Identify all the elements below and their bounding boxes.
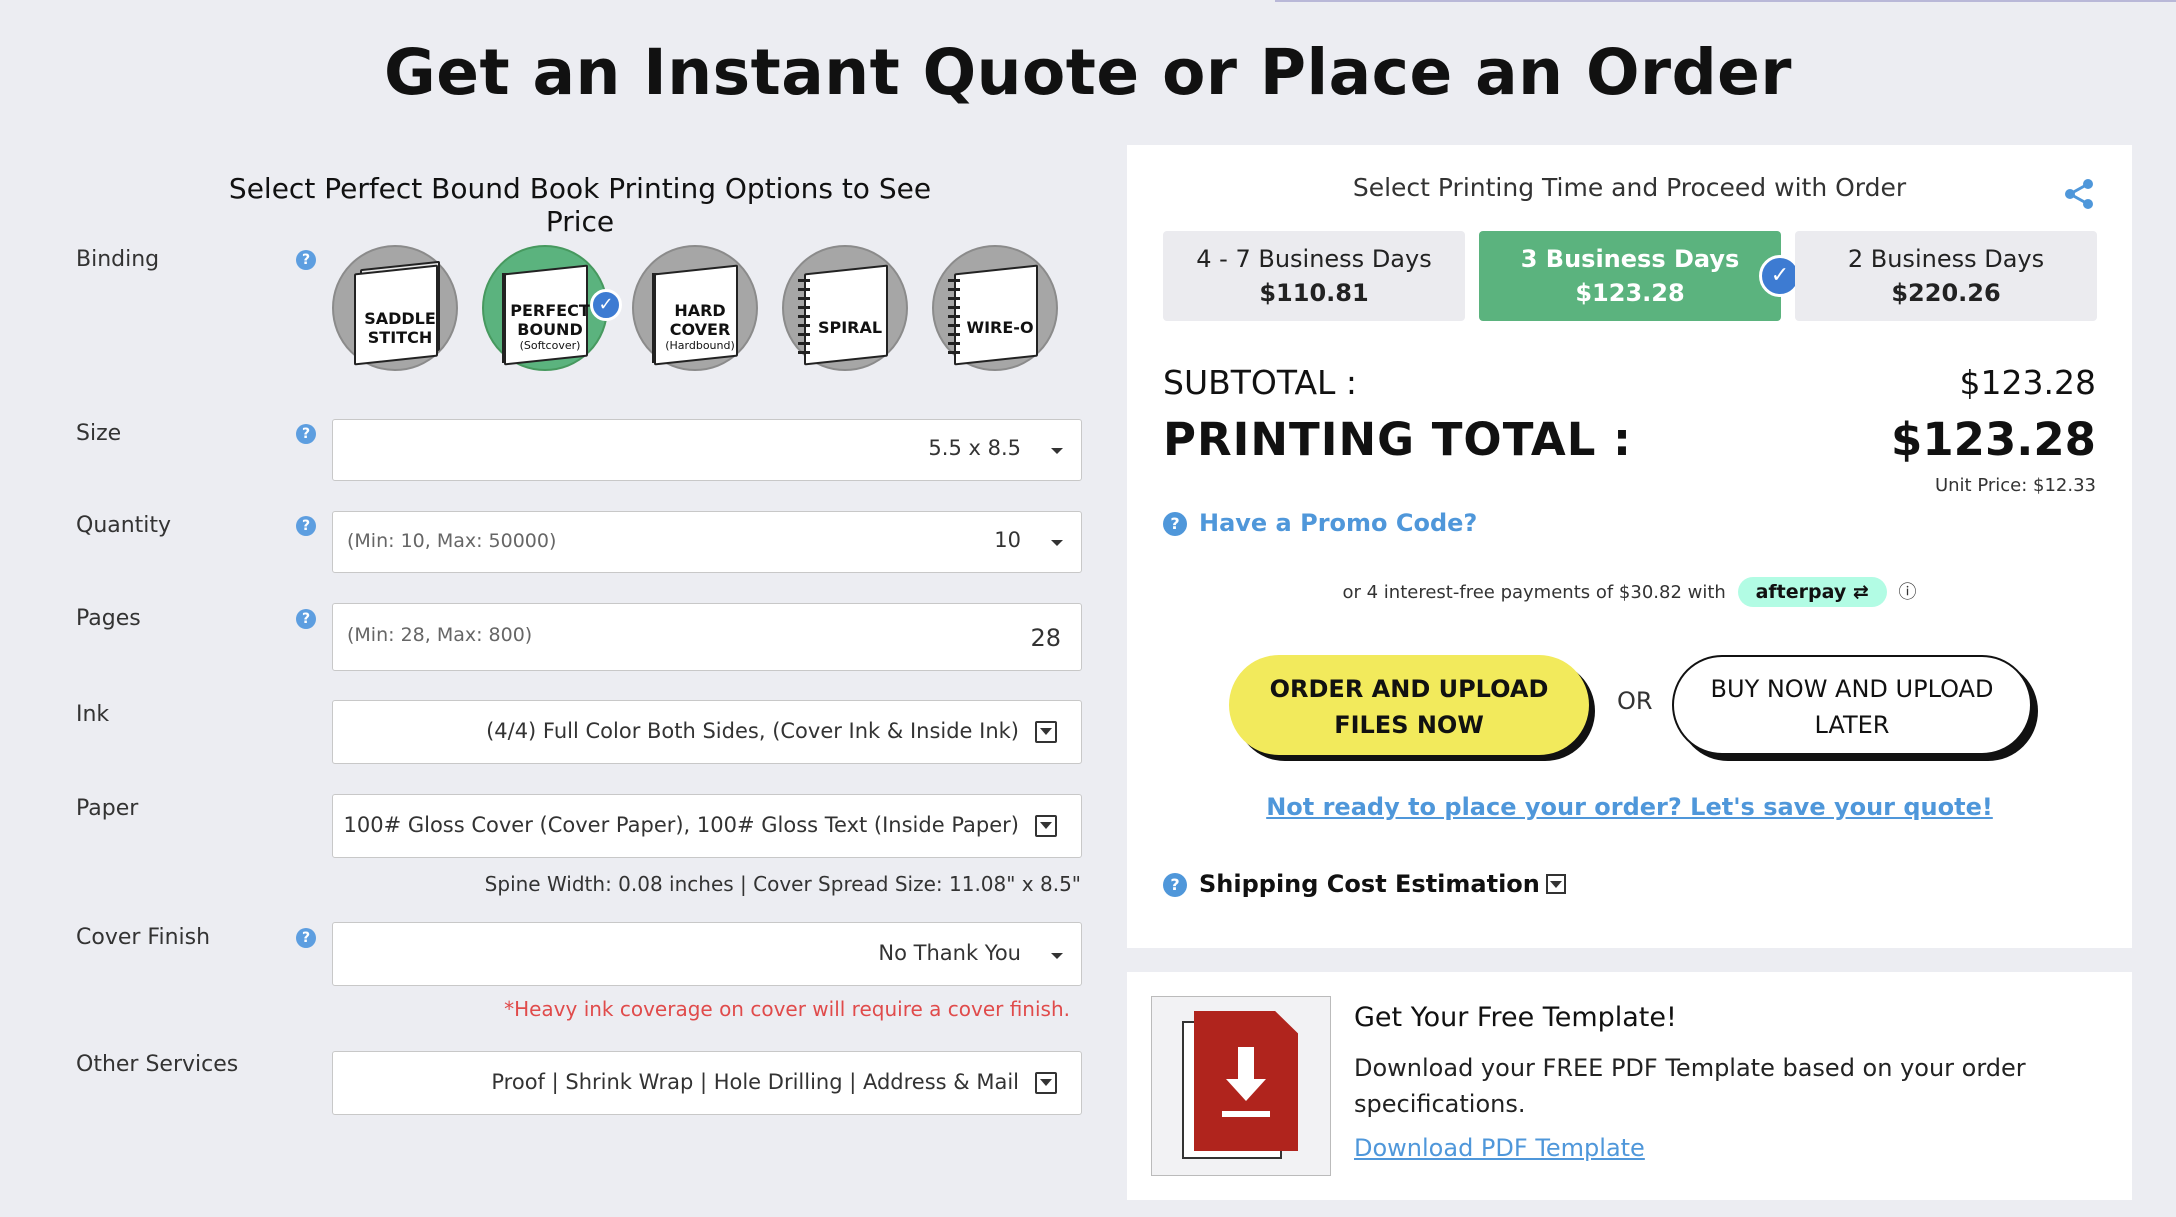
template-title: Get Your Free Template! (1354, 1002, 1677, 1033)
size-label: Size (76, 421, 122, 446)
binding-option-perfect-bound[interactable]: PERFECT BOUND (Softcover) ✓ (482, 245, 622, 371)
top-accent-line (1275, 0, 2176, 2)
ink-select[interactable]: (4/4) Full Color Both Sides, (Cover Ink … (332, 700, 1082, 764)
paper-label: Paper (76, 796, 139, 821)
unit-price: Unit Price: $12.33 (1934, 475, 2096, 496)
pages-label: Pages (76, 606, 141, 631)
download-template-link[interactable]: Download PDF Template (1354, 1134, 1645, 1162)
quantity-input[interactable]: (Min: 10, Max: 50000) 10 (332, 511, 1082, 573)
template-panel: Get Your Free Template! Download your FR… (1127, 972, 2132, 1200)
help-icon[interactable]: ? (296, 250, 316, 270)
pdf-download-icon[interactable] (1151, 996, 1331, 1176)
printing-total-value: $123.28 (1891, 413, 2096, 466)
help-icon[interactable]: ? (296, 424, 316, 444)
shipping-estimation-toggle[interactable]: ? Shipping Cost Estimation (1163, 870, 1566, 898)
book-icon (804, 264, 888, 366)
time-option-4-7-days[interactable]: 4 - 7 Business Days $110.81 (1163, 231, 1465, 321)
binding-option-saddle-stitch[interactable]: SADDLE STITCH (332, 245, 458, 371)
help-icon[interactable]: ? (296, 928, 316, 948)
quantity-label: Quantity (76, 513, 172, 538)
cover-finish-warning: *Heavy ink coverage on cover will requir… (504, 997, 1070, 1021)
time-option-3-days[interactable]: 3 Business Days $123.28 ✓ (1479, 231, 1801, 321)
time-option-2-days[interactable]: 2 Business Days $220.26 (1795, 231, 2097, 321)
order-panel: Select Printing Time and Proceed with Or… (1127, 145, 2132, 948)
help-icon[interactable]: ? (296, 516, 316, 536)
buy-now-upload-later-button[interactable]: BUY NOW AND UPLOAD LATER (1672, 655, 2032, 755)
paper-select[interactable]: 100# Gloss Cover (Cover Paper), 100# Glo… (332, 794, 1082, 858)
other-services-label: Other Services (76, 1052, 239, 1077)
or-divider: OR (1617, 687, 1653, 715)
spine-info: Spine Width: 0.08 inches | Cover Spread … (484, 872, 1081, 896)
binding-option-hard-cover[interactable]: HARD COVER (Hardbound) (632, 245, 758, 371)
dropdown-caret-icon (1051, 540, 1063, 546)
dropdown-caret-icon (1035, 1072, 1057, 1094)
cover-finish-label: Cover Finish (76, 925, 211, 950)
check-icon: ✓ (590, 289, 622, 321)
dropdown-caret-icon (1035, 721, 1057, 743)
subtotal-label: SUBTOTAL : (1163, 363, 1358, 402)
help-icon: ? (1163, 873, 1187, 897)
page-title: Get an Instant Quote or Place an Order (384, 36, 1792, 109)
promo-code-link[interactable]: ? Have a Promo Code? (1163, 509, 1477, 537)
share-icon[interactable] (2062, 177, 2096, 211)
binding-label: Binding (76, 247, 160, 272)
order-upload-now-button[interactable]: ORDER AND UPLOAD FILES NOW (1229, 655, 1589, 755)
dropdown-caret-icon (1051, 448, 1063, 454)
order-panel-subtitle: Select Printing Time and Proceed with Or… (1352, 173, 1907, 202)
binding-option-spiral[interactable]: SPIRAL (782, 245, 908, 371)
info-icon[interactable]: ⓘ (1899, 582, 1917, 603)
book-icon (954, 264, 1038, 366)
help-icon: ? (1163, 512, 1187, 536)
template-description: Download your FREE PDF Template based on… (1354, 1054, 2026, 1118)
subtotal-value: $123.28 (1959, 363, 2096, 402)
ink-label: Ink (76, 702, 110, 727)
dropdown-caret-icon (1051, 953, 1063, 959)
afterpay-logo: afterpay ⇄ (1737, 577, 1887, 607)
save-quote-link[interactable]: Not ready to place your order? Let's sav… (1127, 793, 2132, 821)
options-subtitle: Select Perfect Bound Book Printing Optio… (228, 172, 932, 238)
printing-total-label: PRINTING TOTAL : (1163, 413, 1633, 466)
dropdown-caret-icon (1545, 874, 1566, 894)
binding-option-wire-o[interactable]: WIRE-O (932, 245, 1058, 371)
size-select[interactable]: 5.5 x 8.5 (332, 419, 1082, 481)
other-services-select[interactable]: Proof | Shrink Wrap | Hole Drilling | Ad… (332, 1051, 1082, 1115)
dropdown-caret-icon (1035, 815, 1057, 837)
cover-finish-select[interactable]: No Thank You (332, 922, 1082, 986)
afterpay-info: or 4 interest-free payments of $30.82 wi… (1127, 577, 2132, 607)
pages-input[interactable]: (Min: 28, Max: 800) 28 (332, 603, 1082, 671)
help-icon[interactable]: ? (296, 609, 316, 629)
